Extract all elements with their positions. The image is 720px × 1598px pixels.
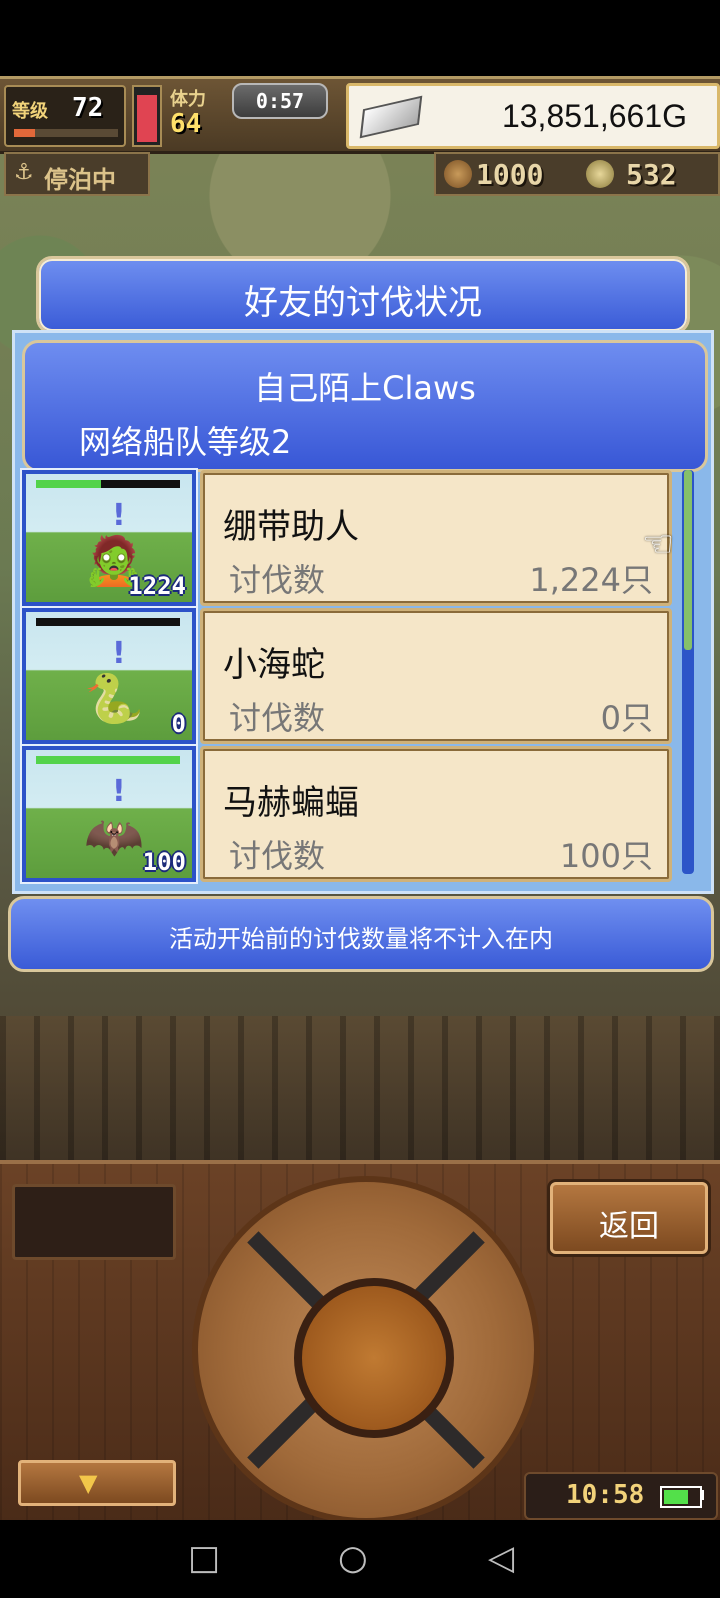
anchor-icon: ⚓: [14, 160, 34, 185]
coin-value: 532: [626, 158, 677, 191]
exclamation-icon: !: [112, 636, 126, 671]
kill-count-value: 0只: [600, 699, 653, 737]
monster-info-card[interactable]: 绷带助人 讨伐数 1,224只: [200, 470, 672, 606]
level-value: 72: [72, 93, 104, 123]
status-bar-top: [0, 0, 720, 76]
home-icon[interactable]: ○: [338, 1538, 368, 1578]
monster-name: 绷带助人: [223, 507, 359, 547]
level-progress-bar: [14, 129, 118, 137]
monster-hp-bar: [36, 480, 180, 488]
bat-icon: 🦇: [84, 809, 144, 865]
controller-panel: 返回 ▼ 10:58: [0, 1160, 720, 1524]
scroll-thumb[interactable]: [684, 470, 692, 650]
kill-count-value: 1,224只: [529, 561, 653, 599]
resource-bar: 1000 532: [434, 152, 720, 196]
thumb-count: 1224: [128, 572, 186, 600]
monster-thumbnail: ! 🦇 100: [20, 744, 198, 884]
stamina-timer: 0:57: [232, 83, 328, 119]
back-label: 返回: [599, 1209, 659, 1244]
kill-count-value: 100只: [559, 837, 653, 875]
back-icon[interactable]: ◁: [488, 1538, 514, 1578]
monster-name: 马赫蝙蝠: [223, 783, 359, 823]
recent-apps-icon[interactable]: □: [188, 1538, 220, 1578]
exclamation-icon: !: [112, 774, 126, 809]
list-item[interactable]: ! 🐍 0 小海蛇 讨伐数 0只: [20, 606, 672, 746]
back-button[interactable]: 返回: [550, 1182, 708, 1254]
battery-fill: [664, 1490, 688, 1504]
game-clock: 10:58: [524, 1472, 718, 1520]
harbor-dock: [0, 1016, 720, 1162]
hud-bar: 等级 72 体力 64 0:57 13,851,661G: [0, 76, 720, 154]
level-box: 等级 72: [4, 85, 126, 147]
monster-info-card[interactable]: 马赫蝙蝠 讨伐数 100只: [200, 746, 672, 882]
sea-snake-icon: 🐍: [84, 671, 144, 727]
monster-thumbnail: ! 🐍 0: [20, 606, 198, 746]
list-item[interactable]: ! 🧟 1224 绷带助人 讨伐数 1,224只: [20, 468, 672, 608]
kill-count-label: 讨伐数: [229, 561, 326, 599]
gold-value: 13,851,661G: [501, 98, 687, 134]
dpad-center-button[interactable]: [294, 1278, 454, 1438]
kill-count-label: 讨伐数: [229, 699, 326, 737]
kill-count-label: 讨伐数: [229, 837, 326, 875]
level-progress-fill: [14, 129, 35, 137]
note-text: 活动开始前的讨伐数量将不计入在内: [169, 925, 553, 953]
thumb-count: 0: [171, 710, 186, 738]
fleet-level: 网络船队等级2: [79, 423, 292, 461]
hp-gauge-fill: [137, 94, 157, 142]
menu-toggle-button[interactable]: ▼: [18, 1460, 176, 1506]
empty-slot: [12, 1184, 176, 1260]
monster-name: 小海蛇: [223, 645, 325, 685]
list-item[interactable]: ! 🦇 100 马赫蝙蝠 讨伐数 100只: [20, 744, 672, 884]
battery-icon: [660, 1486, 702, 1508]
monster-hp-fill: [36, 756, 180, 764]
thumb-count: 100: [142, 848, 186, 876]
modal-title: 好友的讨伐状况: [244, 283, 482, 323]
hp-gauge: [132, 85, 162, 147]
moor-label: 停泊中: [44, 166, 116, 194]
monster-thumbnail: ! 🧟 1224: [20, 468, 198, 608]
level-label: 等级: [12, 101, 48, 122]
coin-icon: [586, 160, 614, 188]
android-navbar: □ ○ ◁: [0, 1520, 720, 1598]
monster-hp-bar: [36, 756, 180, 764]
pointing-hand-icon: ☜: [642, 524, 675, 565]
gold-panel: 13,851,661G: [346, 83, 720, 149]
stamina-value: 64: [170, 109, 202, 139]
exclamation-icon: !: [112, 498, 126, 533]
bread-value: 1000: [476, 158, 544, 191]
friend-name: 自己陌上Claws: [254, 369, 476, 407]
clock-text: 10:58: [566, 1480, 645, 1510]
monster-hp-fill: [36, 480, 101, 488]
monster-hp-bar: [36, 618, 180, 626]
bread-icon: [444, 160, 472, 188]
silver-bar-icon: [359, 95, 423, 139]
moor-status[interactable]: ⚓ 停泊中: [4, 152, 150, 196]
battery-tip: [700, 1490, 704, 1500]
stamina-label: 体力: [170, 89, 206, 110]
friend-header-card: 自己陌上Claws 网络船队等级2: [22, 340, 708, 472]
list-scrollbar[interactable]: [682, 470, 694, 874]
dpad[interactable]: [192, 1176, 540, 1524]
modal-title-bar: 好友的讨伐状况: [36, 256, 690, 334]
triangle-down-icon: ▼: [79, 1469, 98, 1497]
monster-info-card[interactable]: 小海蛇 讨伐数 0只: [200, 608, 672, 744]
note-bar: 活动开始前的讨伐数量将不计入在内: [8, 896, 714, 972]
